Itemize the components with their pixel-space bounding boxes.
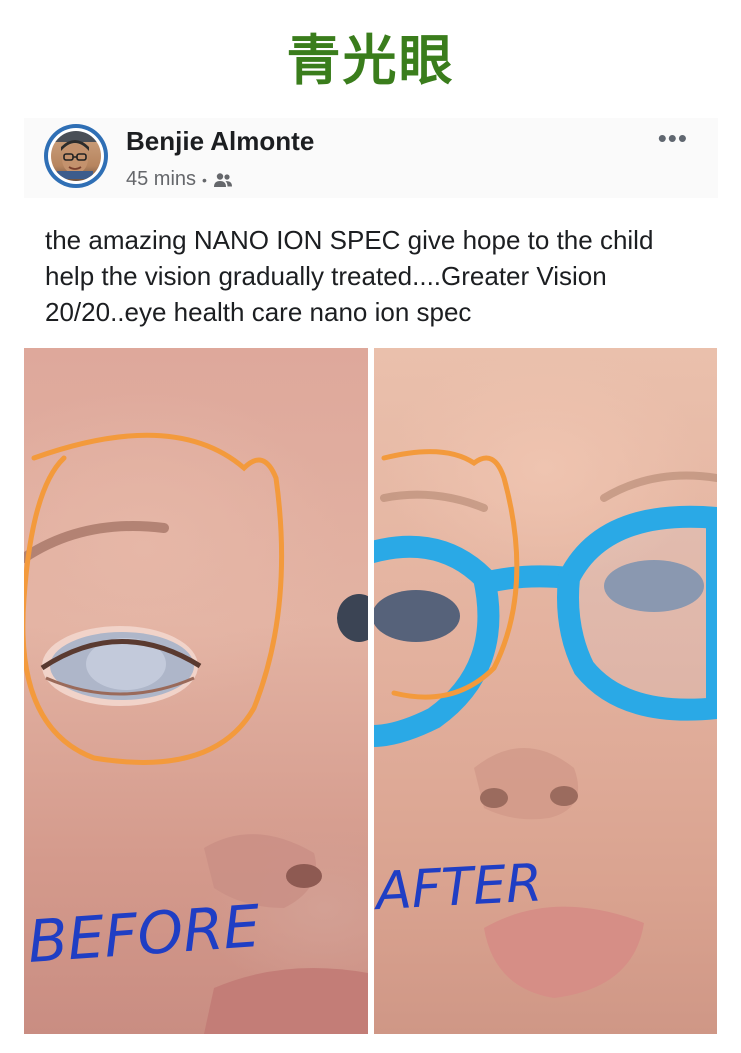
page-title: 青光眼 [286,28,455,92]
avatar-face-icon [57,140,93,179]
post-header: Benjie Almonte 45 mins • ••• [24,118,718,198]
avatar-ring [48,128,104,184]
avatar[interactable] [44,124,108,188]
post-text: the amazing NANO ION SPEC give hope to t… [45,225,654,327]
meta-separator: • [202,171,207,188]
before-annotation-circle [24,432,285,765]
friends-icon[interactable] [213,172,233,188]
before-photo[interactable]: BEFORE [24,348,368,1034]
glasses-right-rim [557,505,717,721]
after-left-eye [374,590,460,642]
glasses-left-rim [374,535,500,747]
after-label: AFTER [374,853,544,922]
after-photo[interactable]: AFTER [374,348,717,1034]
post-time[interactable]: 45 mins [126,168,196,191]
glasses-bridge [481,565,571,594]
before-label: BEFORE [26,892,263,976]
post-meta: 45 mins • [126,168,233,191]
avatar-photo [51,131,101,181]
before-photo-drawing: BEFORE [24,432,368,1034]
more-options-icon[interactable]: ••• [658,125,688,151]
author-name[interactable]: Benjie Almonte [126,126,314,157]
after-photo-drawing: AFTER [374,449,717,998]
